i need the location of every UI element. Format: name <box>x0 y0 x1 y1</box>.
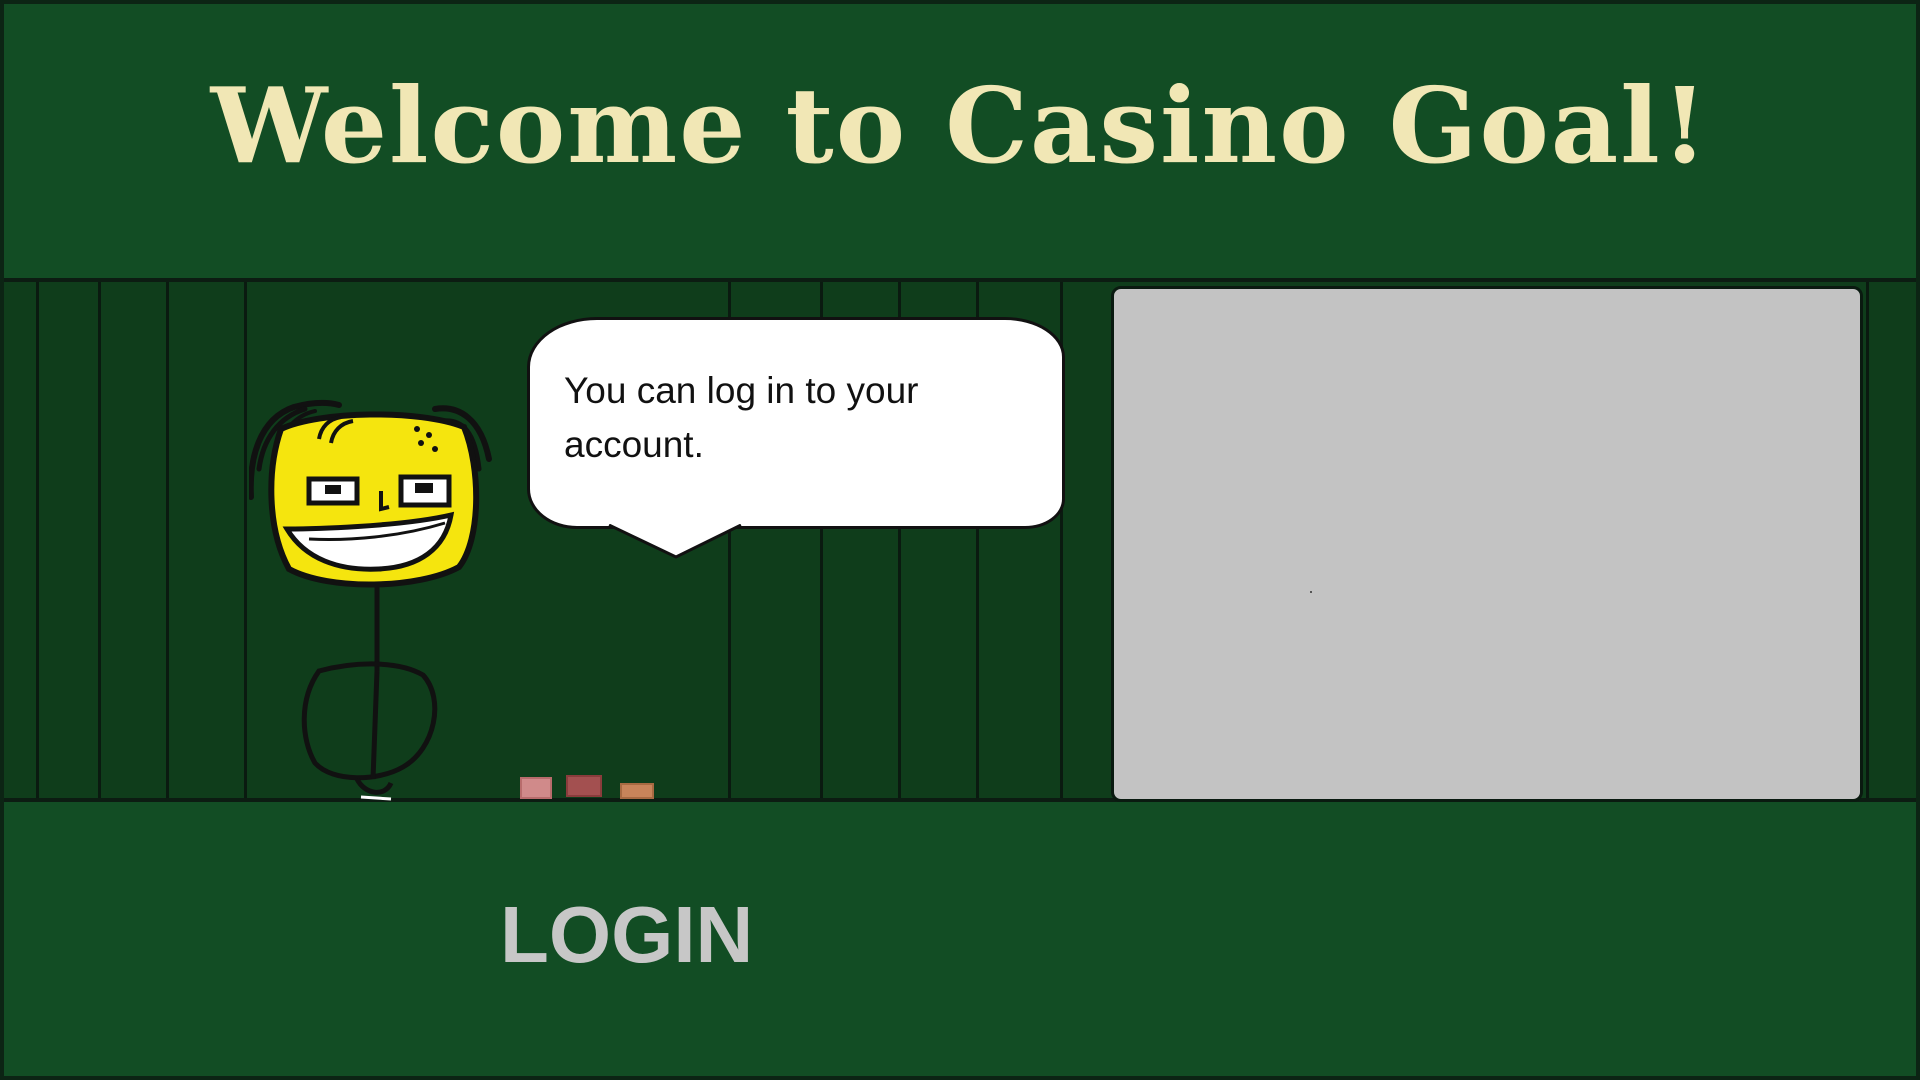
speech-bubble-text: You can log in to your account. <box>564 370 919 465</box>
page-title: Welcome to Casino Goal! <box>210 64 1710 187</box>
speech-bubble-tail-icon <box>608 524 742 559</box>
login-panel <box>1111 286 1863 802</box>
wall-stripe <box>98 282 101 798</box>
cartoon-dealer-icon <box>249 399 492 801</box>
speech-bubble: You can log in to your account. <box>527 317 1065 529</box>
login-button[interactable]: LOGIN <box>500 890 760 980</box>
panel-dot <box>1310 591 1312 593</box>
wall-stripe <box>166 282 169 798</box>
wall-stripe <box>1866 282 1869 798</box>
poker-chips-icon <box>520 775 654 799</box>
casino-login-screen: Welcome to Casino Goal! You can log in t… <box>0 0 1920 1080</box>
wall-stripe <box>244 282 247 798</box>
wall-stripe <box>36 282 39 798</box>
login-area: LOGIN <box>4 802 1916 1076</box>
header: Welcome to Casino Goal! <box>4 4 1916 282</box>
